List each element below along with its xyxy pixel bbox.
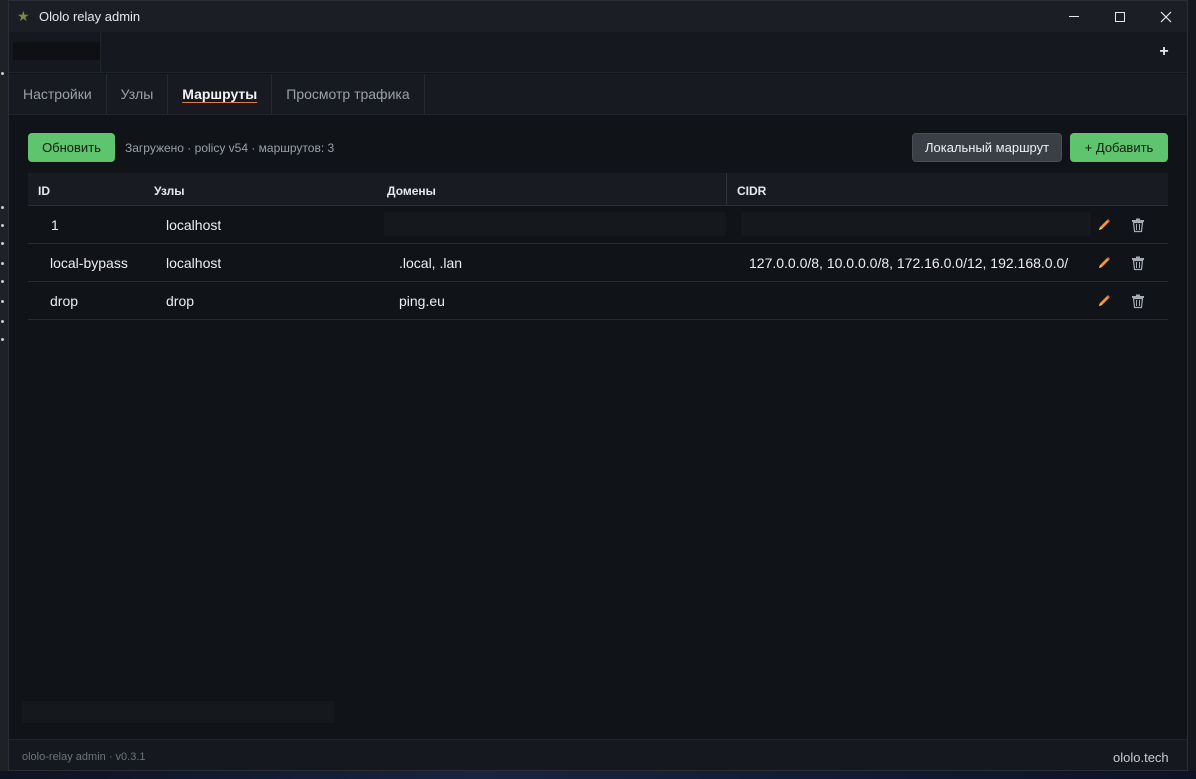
maximize-icon (1115, 11, 1125, 22)
refresh-button[interactable]: Обновить (28, 133, 115, 162)
table-header: ID Узлы Домены CIDR (28, 173, 1168, 206)
tab-traffic[interactable]: Просмотр трафика (272, 74, 425, 114)
tab-nodes[interactable]: Узлы (107, 74, 169, 114)
route-domains: ping.eu (399, 293, 445, 309)
desktop-dot (1, 320, 4, 323)
close-icon (1160, 11, 1172, 22)
window-title: Ololo relay admin (39, 9, 141, 24)
minimize-button[interactable] (1051, 1, 1097, 32)
desktop-taskbar-edge (0, 771, 1196, 779)
routes-panel: Обновить Загружено · policy v54 · маршру… (9, 115, 1187, 739)
route-cidr: 127.0.0.0/8, 10.0.0.0/8, 172.16.0.0/12, … (749, 255, 1069, 271)
column-resize-handle[interactable] (726, 173, 727, 206)
table-row[interactable]: drop drop ping.eu (28, 282, 1168, 320)
maximize-button[interactable] (1097, 1, 1143, 32)
route-domains: .local, .lan (399, 255, 463, 271)
local-route-button[interactable]: Локальный маршрут (912, 133, 1062, 162)
column-header-nodes[interactable]: Узлы (154, 184, 185, 198)
tab-bar: Настройки Узлы Маршруты Просмотр трафика (9, 74, 1187, 115)
desktop-dot (1, 338, 4, 341)
column-header-cidr[interactable]: CIDR (737, 184, 766, 198)
brand-link[interactable]: ololo.tech (1113, 750, 1169, 765)
pencil-icon[interactable] (1096, 217, 1112, 233)
new-tab-button[interactable]: + (1155, 42, 1173, 62)
route-id: drop (50, 293, 79, 309)
desktop-dot (1, 72, 4, 75)
route-nodes: localhost (166, 217, 222, 233)
routes-table: ID Узлы Домены CIDR 1 localhost local-by… (28, 173, 1168, 320)
desktop-dot (1, 262, 4, 265)
desktop-dot (1, 242, 4, 245)
app-version: ololo-relay admin · v0.3.1 (22, 751, 146, 763)
desktop-dot (1, 206, 4, 209)
load-status: Загружено · policy v54 · маршрутов: 3 (125, 141, 335, 155)
pencil-icon[interactable] (1096, 293, 1112, 309)
tab-settings[interactable]: Настройки (9, 74, 107, 114)
route-nodes: drop (166, 293, 195, 309)
desktop-dot (1, 300, 4, 303)
route-id: 1 (51, 217, 59, 233)
desktop-background (0, 0, 8, 779)
minimize-icon (1069, 16, 1079, 17)
toolbar-redacted-field (13, 42, 101, 60)
app-window: ★ Ololo relay admin + Настройки Узлы Мар… (8, 0, 1188, 771)
pencil-icon[interactable] (1096, 255, 1112, 271)
toolbar: + (9, 32, 1187, 73)
add-route-button[interactable]: + Добавить (1070, 133, 1168, 162)
route-nodes: localhost (166, 255, 222, 271)
redacted-status-field (22, 701, 334, 723)
app-star-icon: ★ (17, 8, 30, 24)
tab-routes[interactable]: Маршруты (168, 74, 273, 114)
column-header-domains[interactable]: Домены (387, 184, 436, 198)
desktop-dot (1, 280, 4, 283)
desktop-dot (1, 224, 4, 227)
toolbar-divider (100, 32, 101, 73)
trash-icon[interactable] (1130, 293, 1146, 309)
close-button[interactable] (1143, 1, 1187, 32)
route-id: local-bypass (50, 255, 128, 271)
footer: ololo-relay admin · v0.3.1 ololo.tech (9, 739, 1187, 770)
column-header-id[interactable]: ID (38, 184, 50, 198)
trash-icon[interactable] (1130, 217, 1146, 233)
redacted-cidr (741, 212, 1091, 236)
title-bar[interactable]: ★ Ololo relay admin (9, 1, 1187, 32)
table-row[interactable]: 1 localhost (28, 206, 1168, 244)
redacted-domains (384, 212, 726, 236)
table-row[interactable]: local-bypass localhost .local, .lan 127.… (28, 244, 1168, 282)
trash-icon[interactable] (1130, 255, 1146, 271)
